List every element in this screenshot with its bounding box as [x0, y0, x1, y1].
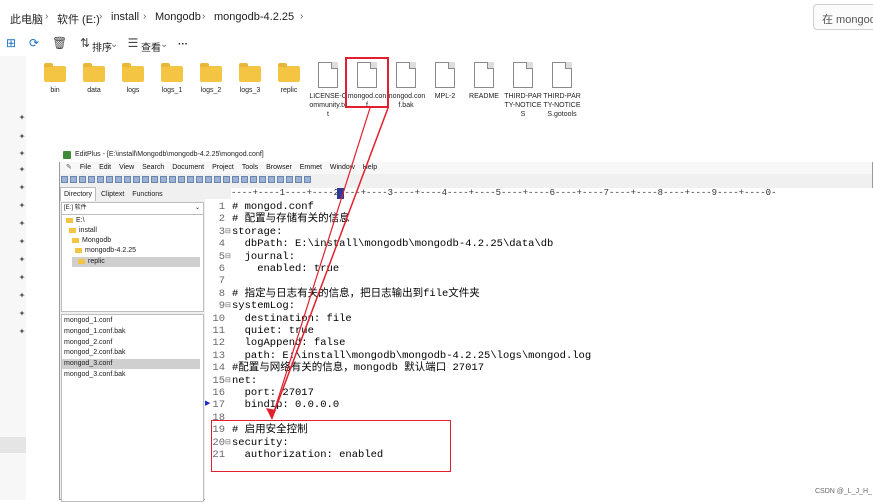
watermark: CSDN @_L_J_H_	[815, 488, 872, 495]
arrow-head	[266, 408, 276, 420]
arrow-line	[271, 107, 371, 419]
arrow-line	[271, 107, 389, 419]
annotation-arrow	[266, 107, 389, 420]
